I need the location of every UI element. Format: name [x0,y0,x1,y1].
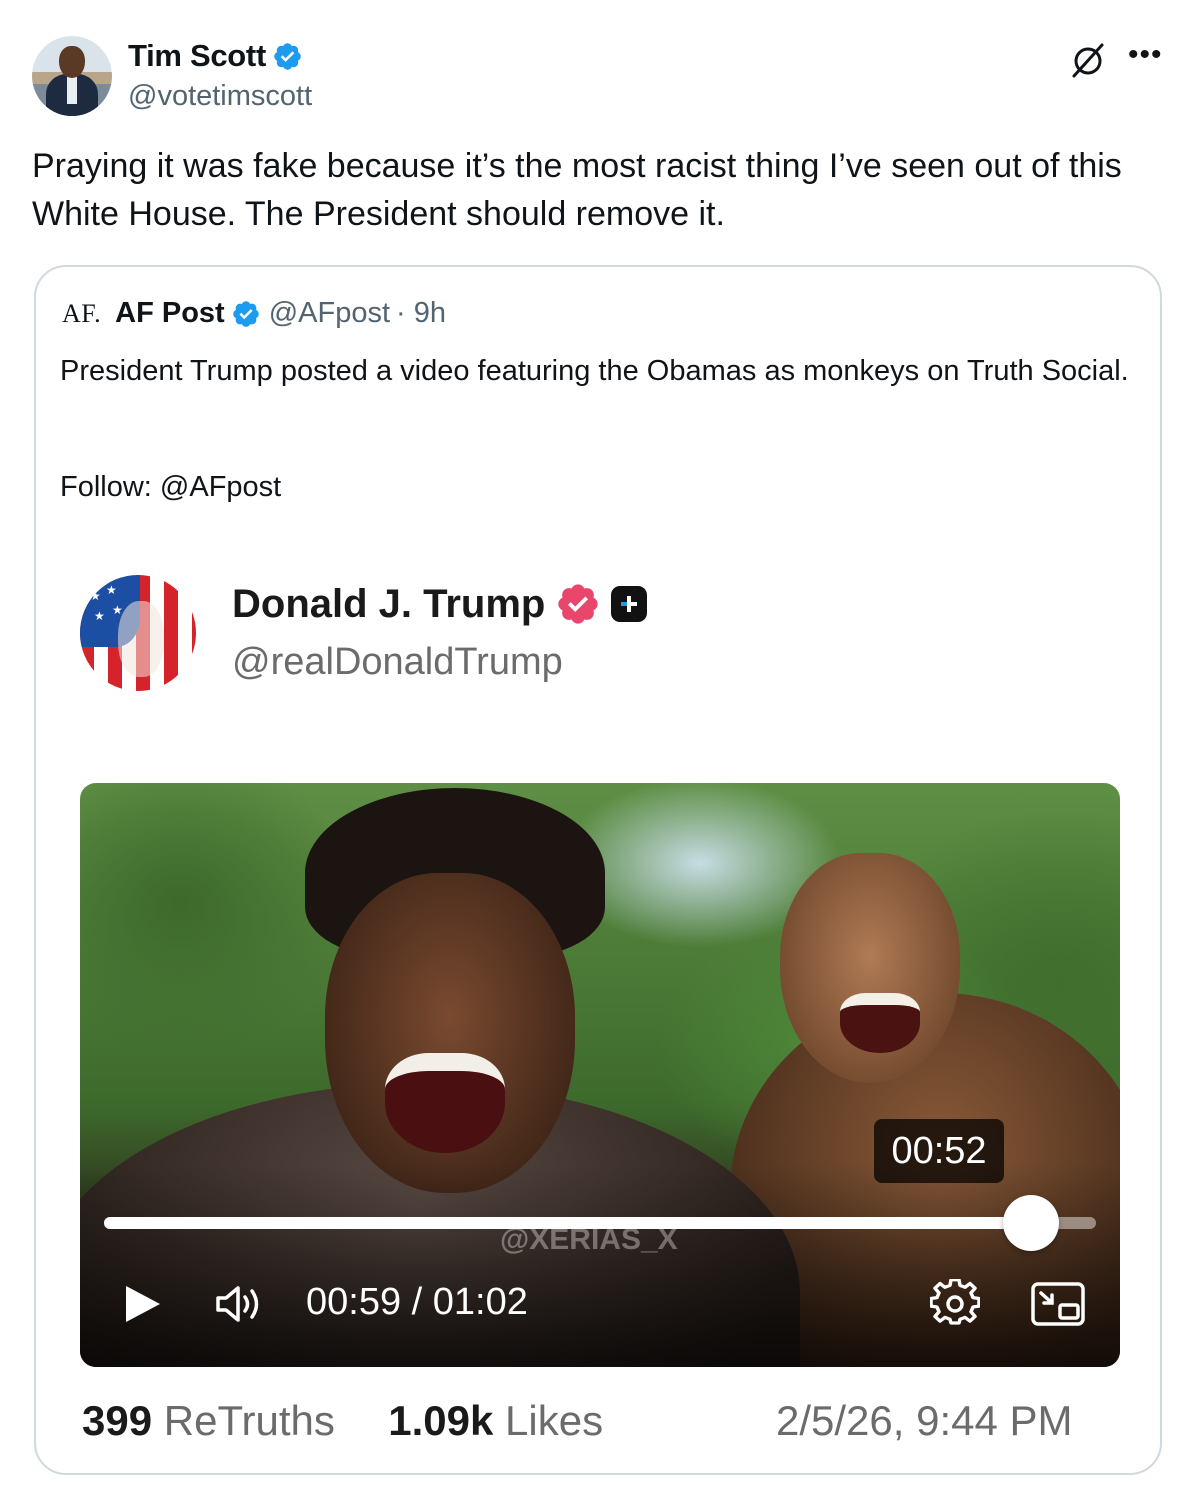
quoted-author-name[interactable]: AF Post [115,297,225,330]
picture-in-picture-icon[interactable] [1030,1281,1086,1327]
truth-verified-icon [558,584,599,624]
likes-count: 1.09k [388,1397,494,1444]
quoted-post[interactable]: AF. AF Post @AFpost · 9h President Trump… [34,265,1162,1475]
verified-badge-icon [274,42,301,70]
more-icon[interactable]: ••• [1128,38,1163,72]
author-handle[interactable]: @votetimscott [128,80,312,113]
video-player[interactable]: @XERIAS_X 00:52 00:59 / 01:02 [80,783,1120,1367]
quoted-follow: Follow: @AFpost [60,471,282,503]
truth-author-name: Donald J. Trump [232,581,546,626]
truth-name-row: Donald J. Trump [232,581,648,627]
video-time: 00:59 / 01:02 [306,1281,528,1323]
author-name-row[interactable]: Tim Scott [128,38,303,74]
progress-fill [104,1217,1031,1229]
duration-badge: 00:52 [874,1119,1004,1183]
author-name[interactable]: Tim Scott [128,38,266,74]
verified-badge-icon [232,300,259,327]
settings-icon[interactable] [930,1279,980,1329]
play-icon[interactable] [122,1283,164,1325]
truth-date: 2/5/26, 9:44 PM [776,1397,1073,1444]
quoted-text: President Trump posted a video featuring… [60,355,1129,387]
truth-handle: @realDonaldTrump [232,641,563,683]
af-logo: AF. [62,298,102,328]
retruths-count: 399 [82,1397,153,1444]
truth-stats: 399 ReTruths 1.09k Likes [82,1397,603,1445]
retruths-label: ReTruths [163,1397,335,1444]
grok-icon[interactable] [1068,40,1108,80]
quoted-header: AF. AF Post @AFpost · 9h [62,297,446,330]
progress-bar[interactable] [104,1195,1096,1251]
progress-knob[interactable] [1002,1195,1059,1251]
quoted-time[interactable]: · 9h [396,297,446,330]
quoted-handle[interactable]: @AFpost [269,297,390,330]
author-avatar[interactable] [32,36,112,116]
post-text: Praying it was fake because it’s the mos… [32,147,1122,233]
truth-plus-icon [611,586,648,622]
volume-icon[interactable] [214,1283,266,1325]
truth-avatar: ★ ★ ★ ★ [80,575,196,691]
likes-label: Likes [505,1397,604,1444]
